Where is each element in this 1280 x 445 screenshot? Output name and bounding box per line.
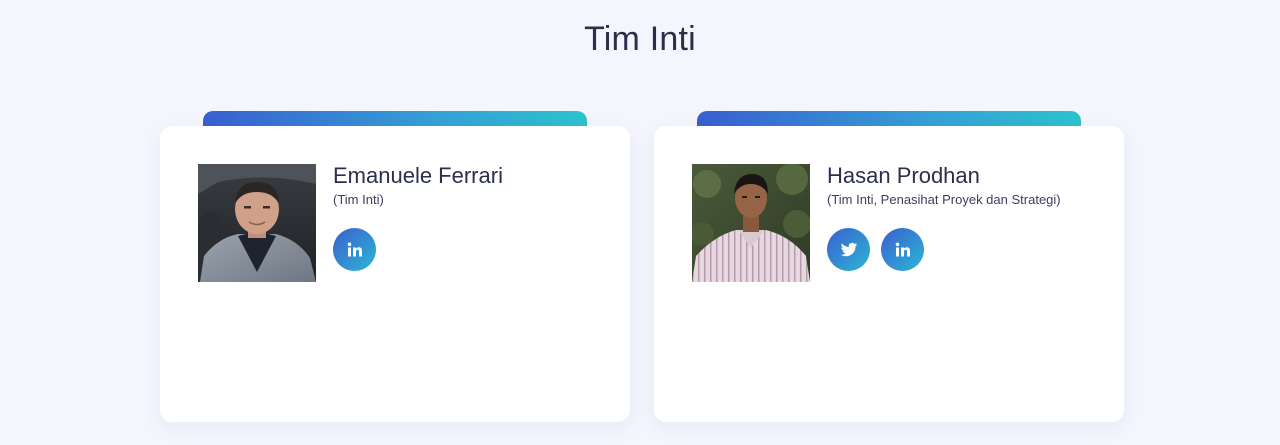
section-title: Tim Inti	[584, 20, 696, 58]
linkedin-icon	[347, 242, 362, 256]
team-member-card: Emanuele Ferrari (Tim Inti)	[160, 110, 630, 422]
member-role: (Tim Inti)	[333, 192, 384, 207]
card-body: Hasan Prodhan (Tim Inti, Penasihat Proye…	[654, 126, 1124, 422]
team-member-card: Hasan Prodhan (Tim Inti, Penasihat Proye…	[654, 110, 1124, 422]
linkedin-button[interactable]	[881, 228, 924, 271]
member-name: Emanuele Ferrari	[333, 163, 503, 188]
portrait-photo	[692, 164, 810, 282]
member-info: Hasan Prodhan (Tim Inti, Penasihat Proye…	[827, 162, 1107, 271]
portrait-photo	[198, 164, 316, 282]
social-links	[333, 228, 613, 271]
member-name: Hasan Prodhan	[827, 163, 980, 188]
member-photo	[692, 164, 810, 282]
member-role: (Tim Inti, Penasihat Proyek dan Strategi…	[827, 192, 1061, 207]
card-body: Emanuele Ferrari (Tim Inti)	[160, 126, 630, 422]
twitter-icon	[840, 242, 857, 256]
social-links	[827, 228, 1107, 271]
linkedin-icon	[895, 242, 910, 256]
linkedin-button[interactable]	[333, 228, 376, 271]
twitter-button[interactable]	[827, 228, 870, 271]
member-info: Emanuele Ferrari (Tim Inti)	[333, 162, 613, 271]
member-photo	[198, 164, 316, 282]
